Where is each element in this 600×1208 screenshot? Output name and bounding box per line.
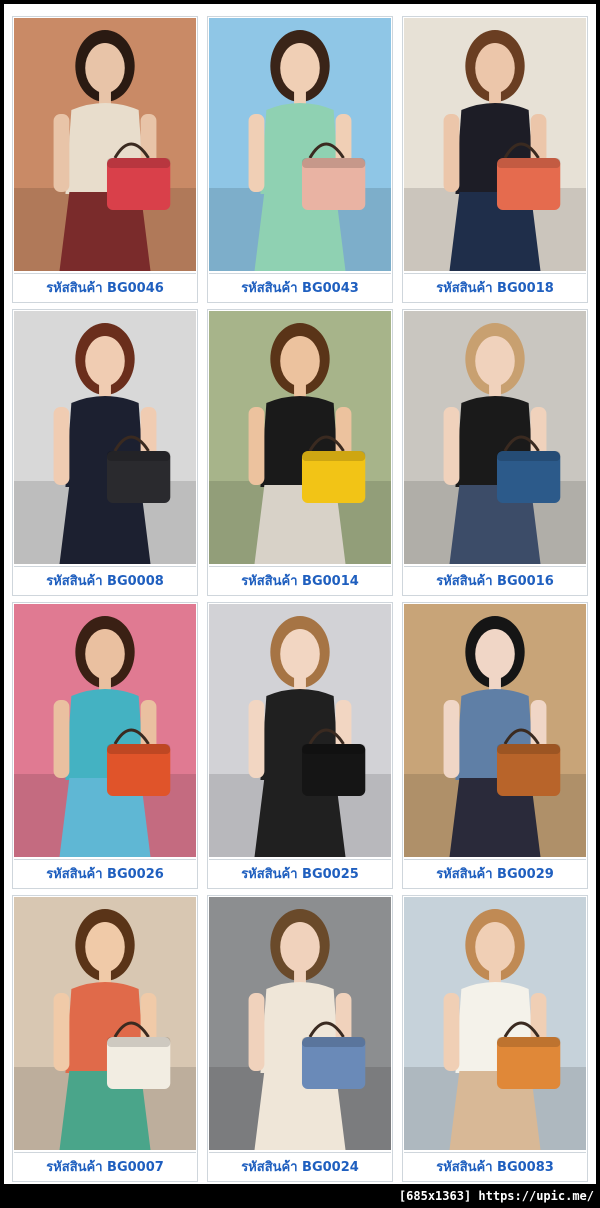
product-card[interactable]: รหัสสินค้า BG0008 bbox=[12, 309, 198, 596]
product-photo[interactable] bbox=[14, 897, 196, 1150]
product-photo[interactable] bbox=[209, 18, 391, 271]
product-card[interactable]: รหัสสินค้า BG0083 bbox=[402, 895, 588, 1182]
product-grid: รหัสสินค้า BG0046 รหัสสินค้า BG0043 รหัส… bbox=[12, 16, 588, 1182]
product-code-label[interactable]: รหัสสินค้า BG0018 bbox=[404, 273, 586, 301]
product-card[interactable]: รหัสสินค้า BG0016 bbox=[402, 309, 588, 596]
product-card[interactable]: รหัสสินค้า BG0025 bbox=[207, 602, 393, 889]
product-card[interactable]: รหัสสินค้า BG0007 bbox=[12, 895, 198, 1182]
product-card[interactable]: รหัสสินค้า BG0026 bbox=[12, 602, 198, 889]
product-code-label[interactable]: รหัสสินค้า BG0014 bbox=[209, 566, 391, 594]
image-size-watermark: [685x1363] https://upic.me/ bbox=[398, 1189, 594, 1203]
product-photo[interactable] bbox=[14, 311, 196, 564]
product-photo[interactable] bbox=[14, 18, 196, 271]
product-card[interactable]: รหัสสินค้า BG0024 bbox=[207, 895, 393, 1182]
product-code-label[interactable]: รหัสสินค้า BG0025 bbox=[209, 859, 391, 887]
product-card[interactable]: รหัสสินค้า BG0043 bbox=[207, 16, 393, 303]
product-code-label[interactable]: รหัสสินค้า BG0046 bbox=[14, 273, 196, 301]
product-code-label[interactable]: รหัสสินค้า BG0016 bbox=[404, 566, 586, 594]
product-gallery-frame: รหัสสินค้า BG0046 รหัสสินค้า BG0043 รหัส… bbox=[4, 4, 596, 1184]
product-code-label[interactable]: รหัสสินค้า BG0083 bbox=[404, 1152, 586, 1180]
product-code-label[interactable]: รหัสสินค้า BG0008 bbox=[14, 566, 196, 594]
product-code-label[interactable]: รหัสสินค้า BG0026 bbox=[14, 859, 196, 887]
product-card[interactable]: รหัสสินค้า BG0046 bbox=[12, 16, 198, 303]
product-photo[interactable] bbox=[404, 311, 586, 564]
product-photo[interactable] bbox=[404, 18, 586, 271]
product-photo[interactable] bbox=[209, 311, 391, 564]
product-code-label[interactable]: รหัสสินค้า BG0043 bbox=[209, 273, 391, 301]
product-card[interactable]: รหัสสินค้า BG0029 bbox=[402, 602, 588, 889]
product-card[interactable]: รหัสสินค้า BG0014 bbox=[207, 309, 393, 596]
product-code-label[interactable]: รหัสสินค้า BG0007 bbox=[14, 1152, 196, 1180]
product-code-label[interactable]: รหัสสินค้า BG0024 bbox=[209, 1152, 391, 1180]
product-card[interactable]: รหัสสินค้า BG0018 bbox=[402, 16, 588, 303]
product-photo[interactable] bbox=[209, 897, 391, 1150]
product-photo[interactable] bbox=[14, 604, 196, 857]
product-code-label[interactable]: รหัสสินค้า BG0029 bbox=[404, 859, 586, 887]
product-photo[interactable] bbox=[404, 604, 586, 857]
product-photo[interactable] bbox=[209, 604, 391, 857]
product-photo[interactable] bbox=[404, 897, 586, 1150]
